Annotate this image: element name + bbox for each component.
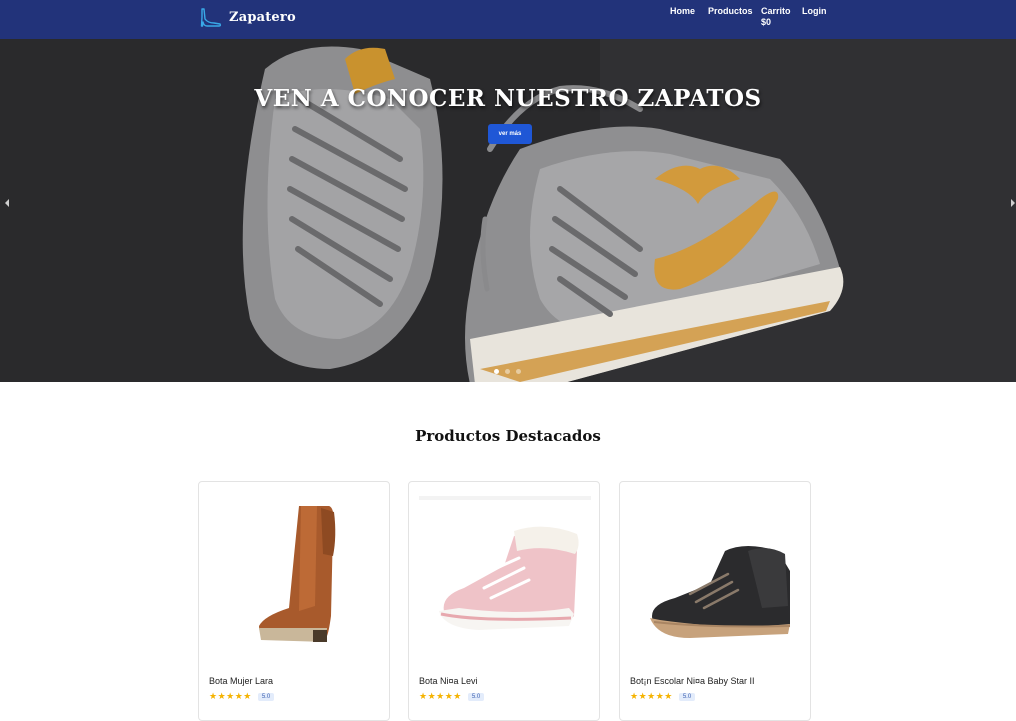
cart-label: Carrito — [761, 6, 791, 16]
carousel-next-icon[interactable] — [1008, 196, 1016, 210]
product-rating: ★★★★★ 5.0 — [209, 691, 275, 702]
carousel-dot-1[interactable] — [494, 369, 499, 374]
carousel-dot-3[interactable] — [516, 369, 521, 374]
navbar: Zapatero Home Productos Carrito $0 Login — [0, 0, 1016, 39]
hero-carousel: VEN A CONOCER NUESTRO ZAPATOS ver más — [0, 39, 1016, 382]
carousel-indicators — [494, 369, 521, 374]
product-card[interactable]: Bota Mujer Lara ★★★★★ 5.0 — [198, 481, 390, 721]
rating-score-badge: 5.0 — [467, 692, 485, 701]
product-image-pink-snow-boot — [419, 496, 591, 630]
featured-products-title: Productos Destacados — [415, 427, 601, 445]
product-card[interactable]: Bota Ni¤a Levi ★★★★★ 5.0 — [408, 481, 600, 721]
carousel-dot-2[interactable] — [505, 369, 510, 374]
product-card[interactable]: Bot¡n Escolar Ni¤a Baby Star II ★★★★★ 5.… — [619, 481, 811, 721]
star-rating-icon: ★★★★★ — [630, 691, 673, 701]
rating-score-badge: 5.0 — [257, 692, 275, 701]
product-rating: ★★★★★ 5.0 — [630, 691, 696, 702]
product-image-black-ankle-boot — [650, 546, 791, 638]
cart-total: $0 — [761, 17, 772, 27]
carousel-prev-icon[interactable] — [2, 196, 12, 210]
see-more-button[interactable]: ver más — [488, 124, 532, 144]
star-rating-icon: ★★★★★ — [209, 691, 252, 701]
nav-link-cart[interactable]: Carrito $0 — [761, 6, 791, 28]
nav-link-login[interactable]: Login — [802, 6, 827, 17]
hero-title: VEN A CONOCER NUESTRO ZAPATOS — [254, 85, 762, 112]
brand-name: Zapatero — [229, 9, 296, 25]
rating-score-badge: 5.0 — [678, 692, 696, 701]
nav-link-home[interactable]: Home — [670, 6, 695, 17]
product-image-tall-brown-boot — [259, 506, 336, 642]
nav-link-products[interactable]: Productos — [708, 6, 753, 17]
star-rating-icon: ★★★★★ — [419, 691, 462, 701]
brand[interactable]: Zapatero — [199, 5, 296, 29]
product-name: Bota Ni¤a Levi — [419, 676, 478, 686]
product-rating: ★★★★★ 5.0 — [419, 691, 485, 702]
high-heel-shoe-icon — [200, 8, 222, 27]
product-name: Bot¡n Escolar Ni¤a Baby Star II — [630, 676, 755, 686]
product-name: Bota Mujer Lara — [209, 676, 274, 686]
